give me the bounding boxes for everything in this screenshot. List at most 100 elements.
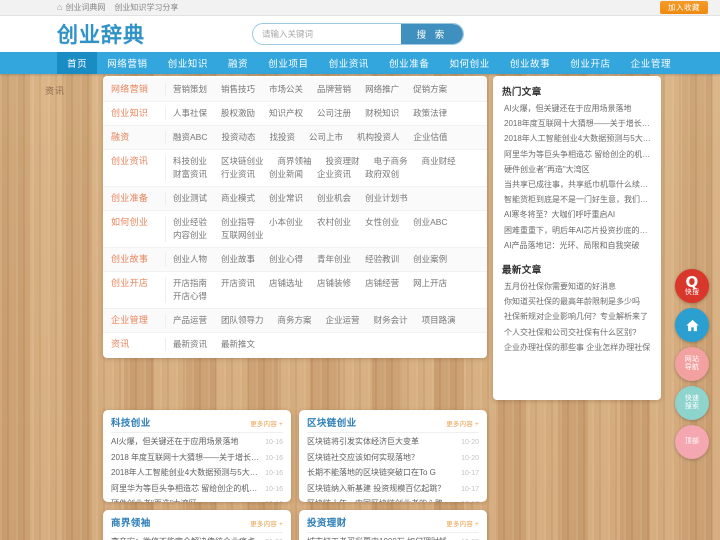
category-title[interactable]: 企业管理 xyxy=(103,314,165,327)
float-button-home[interactable] xyxy=(675,308,709,342)
category-link[interactable]: 行业资讯 xyxy=(221,168,255,181)
float-button-fast-search[interactable]: 快速 搜索 xyxy=(675,386,709,420)
panel-title[interactable]: 区块链创业 xyxy=(307,415,357,429)
category-link[interactable]: 市场公关 xyxy=(269,83,303,96)
panel-more-link[interactable]: 更多内容 + xyxy=(250,418,283,428)
hot-article-item[interactable]: AI火爆，但关键还在于应用场景落地 xyxy=(502,101,652,116)
category-link[interactable]: 内容创业 xyxy=(173,229,207,242)
latest-article-item[interactable]: 五月份社保你需要知道的好消息 xyxy=(502,279,652,294)
category-link[interactable]: 营销策划 xyxy=(173,83,207,96)
category-link[interactable]: 政府双创 xyxy=(365,168,399,181)
panel-more-link[interactable]: 更多内容 + xyxy=(446,518,479,528)
panel-item-title[interactable]: 2018 年度互联网十大猜想——关于增长、刷屏、碰钱 xyxy=(111,451,260,466)
hot-article-item[interactable]: 2018年人工智能创业4大数据预测与5大发展趋势 xyxy=(502,131,652,146)
category-link[interactable]: 创业经验 xyxy=(173,216,207,229)
category-link[interactable]: 科技创业 xyxy=(173,155,207,168)
hot-article-item[interactable]: 困难重重下，明后年AI芯片投资抄底的机会来 xyxy=(502,223,652,238)
category-link[interactable]: 项目路演 xyxy=(422,314,456,327)
float-button-site-nav[interactable]: 网站 导航 xyxy=(675,347,709,381)
category-link[interactable]: 品牌营销 xyxy=(317,83,351,96)
site-logo[interactable]: 创业辞典 xyxy=(57,19,145,49)
category-link[interactable]: 融资ABC xyxy=(173,131,207,144)
category-link[interactable]: 企业估值 xyxy=(414,131,448,144)
category-link[interactable]: 财务会计 xyxy=(374,314,408,327)
nav-item-1[interactable]: 网络营销 xyxy=(97,52,157,74)
panel-item-title[interactable]: 硬件创业者"再造"大湾区 xyxy=(111,497,260,502)
category-link[interactable]: 开店心得 xyxy=(173,290,207,303)
category-link[interactable]: 最新推文 xyxy=(221,338,255,351)
category-link[interactable]: 青年创业 xyxy=(317,253,351,266)
panel-more-link[interactable]: 更多内容 + xyxy=(250,518,283,528)
category-title[interactable]: 如何创业 xyxy=(103,216,165,229)
search-button[interactable]: 搜 索 xyxy=(401,24,463,44)
nav-item-8[interactable]: 创业故事 xyxy=(500,52,560,74)
category-link[interactable]: 店铺经营 xyxy=(365,277,399,290)
category-link[interactable]: 店铺装修 xyxy=(317,277,351,290)
nav-item-9[interactable]: 创业开店 xyxy=(560,52,620,74)
category-link[interactable]: 创业计划书 xyxy=(365,192,408,205)
category-link[interactable]: 销售技巧 xyxy=(221,83,255,96)
hot-article-item[interactable]: 智能货柜到底是不是一门好生意，我们和几位业 xyxy=(502,192,652,207)
category-link[interactable]: 创业案例 xyxy=(413,253,447,266)
category-link[interactable]: 店铺选址 xyxy=(269,277,303,290)
category-link[interactable]: 网上开店 xyxy=(413,277,447,290)
category-link[interactable]: 互联网创业 xyxy=(221,229,264,242)
panel-item-title[interactable]: 区块链社交应该如何实现落地？ xyxy=(307,451,456,466)
nav-item-3[interactable]: 融资 xyxy=(218,52,258,74)
category-title[interactable]: 创业故事 xyxy=(103,253,165,266)
category-title[interactable]: 创业开店 xyxy=(103,277,165,290)
category-link[interactable]: 促销方案 xyxy=(413,83,447,96)
category-link[interactable]: 农村创业 xyxy=(317,216,351,229)
nav-item-7[interactable]: 如何创业 xyxy=(439,52,499,74)
panel-item-title[interactable]: 区块链十年，中国区块链创业者的心路故事 xyxy=(307,497,456,502)
category-link[interactable]: 机构投资人 xyxy=(357,131,400,144)
latest-article-item[interactable]: 企业办理社保的那些事 企业怎样办理社保 xyxy=(502,340,652,355)
category-link[interactable]: 投资动态 xyxy=(221,131,255,144)
nav-item-6[interactable]: 创业准备 xyxy=(379,52,439,74)
latest-article-item[interactable]: 社保新规对企业影响几何？专业解析来了 xyxy=(502,309,652,324)
hot-article-item[interactable]: AI产品落地记：光环、局限和自我突破 xyxy=(502,238,652,253)
category-link[interactable]: 找投资 xyxy=(270,131,296,144)
panel-item-title[interactable]: 区块链将引发实体经济巨大变革 xyxy=(307,435,456,450)
category-link[interactable]: 财富资讯 xyxy=(173,168,207,181)
nav-item-4[interactable]: 创业项目 xyxy=(258,52,318,74)
category-link[interactable]: 商务方案 xyxy=(278,314,312,327)
site-name[interactable]: 创业词典网 xyxy=(65,2,105,13)
category-link[interactable]: 团队领导力 xyxy=(221,314,264,327)
panel-item-title[interactable]: AI火爆，但关键还在于应用场景落地 xyxy=(111,435,260,450)
category-title[interactable]: 网络营销 xyxy=(103,83,165,96)
add-to-favorites-button[interactable]: 加入收藏 xyxy=(660,1,708,14)
nav-item-0[interactable]: 首页 xyxy=(57,52,98,74)
search-box[interactable]: 搜 索 xyxy=(252,23,464,45)
hot-article-item[interactable]: 当共享已成往事，共享纸巾机靠什么续命？ xyxy=(502,177,652,192)
category-link[interactable]: 小本创业 xyxy=(269,216,303,229)
home-icon[interactable]: ⌂ xyxy=(57,3,62,12)
nav-item-2[interactable]: 创业知识 xyxy=(158,52,218,74)
nav-item-10[interactable]: 企业管理 xyxy=(621,52,681,74)
panel-item-title[interactable]: 长期不能落地的区块链突破口在To G xyxy=(307,466,456,481)
panel-item-title[interactable]: 2018年人工智能创业4大数据预测与5大发展趋势 xyxy=(111,466,260,481)
category-title[interactable]: 融资 xyxy=(103,131,165,144)
category-link[interactable]: 创业新闻 xyxy=(269,168,303,181)
category-link[interactable]: 产品运营 xyxy=(173,314,207,327)
category-link[interactable]: 经验教训 xyxy=(365,253,399,266)
float-button-back-to-top[interactable]: 顶部 xyxy=(675,425,709,459)
category-title[interactable]: 资讯 xyxy=(103,338,165,351)
category-title[interactable]: 创业知识 xyxy=(103,107,165,120)
hot-article-item[interactable]: 阿里华为等巨头争相造芯 留给创企的机会还有多少？ xyxy=(502,147,652,162)
category-link[interactable]: 企业资讯 xyxy=(317,168,351,181)
hot-article-item[interactable]: 硬件创业者"再造"大湾区 xyxy=(502,162,652,177)
category-link[interactable]: 商业模式 xyxy=(221,192,255,205)
category-link[interactable]: 创业机会 xyxy=(317,192,351,205)
category-link[interactable]: 财税知识 xyxy=(365,107,399,120)
category-link[interactable]: 商业财经 xyxy=(422,155,456,168)
category-link[interactable]: 女性创业 xyxy=(365,216,399,229)
category-link[interactable]: 创业人物 xyxy=(173,253,207,266)
category-link[interactable]: 商界领袖 xyxy=(278,155,312,168)
category-link[interactable]: 知识产权 xyxy=(269,107,303,120)
category-link[interactable]: 人事社保 xyxy=(173,107,207,120)
panel-title[interactable]: 投资理财 xyxy=(307,515,347,529)
hot-article-item[interactable]: 2018年度互联网十大猜想——关于增长、刷屏、碰钱 xyxy=(502,116,652,131)
category-link[interactable]: 创业ABC xyxy=(413,216,447,229)
category-link[interactable]: 开店资讯 xyxy=(221,277,255,290)
